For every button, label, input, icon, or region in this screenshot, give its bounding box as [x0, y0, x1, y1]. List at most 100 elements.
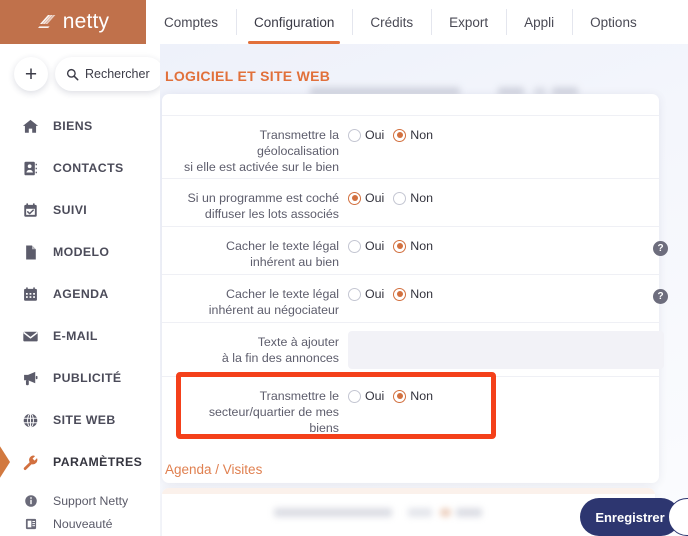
radio-group-texte-legal-bien: Oui Non [348, 238, 433, 254]
radio-option-non[interactable]: Non [393, 287, 433, 301]
sidebar-subitem-label: Nouveauté [53, 516, 113, 531]
row-label: Cacher le texte légal inhérent au négoci… [162, 275, 348, 322]
row-control: Oui Non [348, 377, 659, 440]
row-label-line-2: inhérent au bien [250, 255, 339, 269]
radio-label-oui: Oui [365, 128, 385, 142]
table-row: Texte à ajouter à la fin des annonces [162, 323, 664, 377]
radio-option-oui[interactable]: Oui [348, 389, 384, 403]
sidebar-item-email[interactable]: E-MAIL [0, 315, 160, 357]
radio-label-non: Non [410, 128, 434, 142]
sidebar-item-suivi[interactable]: SUIVI [0, 189, 160, 231]
add-button[interactable]: + [14, 57, 48, 91]
home-icon [22, 118, 39, 135]
netty-logo-mark [37, 12, 57, 32]
ghost-radio-no [456, 508, 482, 517]
radio-button-oui[interactable] [348, 287, 361, 301]
row-label: Transmettre la géolocalisation si elle e… [162, 116, 348, 178]
sidebar-item-biens[interactable]: BIENS [0, 105, 160, 147]
sidebar-item-label: CONTACTS [53, 161, 124, 175]
search-icon [66, 68, 79, 81]
radio-group-texte-legal-negociateur: Oui Non [348, 286, 433, 302]
radio-button-non[interactable] [393, 191, 407, 205]
radio-group-programme-coche: Oui Non [348, 190, 433, 206]
help-icon[interactable]: ? [653, 289, 668, 304]
radio-option-non[interactable]: Non [393, 239, 433, 253]
sidebar-subitem-nouveaute[interactable]: Nouveauté [0, 512, 160, 535]
table-row-clipped: contacts passerelles [162, 94, 659, 116]
radio-option-non[interactable]: Non [393, 128, 433, 142]
row-label-line-1: Transmettre la [259, 128, 339, 142]
row-label-line-2: géolocalisation [257, 144, 339, 158]
ghost-label [274, 508, 392, 517]
radio-button-oui[interactable] [348, 128, 361, 142]
nav-item-appli[interactable]: Appli [506, 0, 572, 44]
sidebar-item-modelo[interactable]: MODELO [0, 231, 160, 273]
radio-button-non[interactable] [393, 239, 407, 253]
row-label-line-1: Cacher le texte légal [226, 287, 339, 301]
sidebar-item-contacts[interactable]: CONTACTS [0, 147, 160, 189]
nav-item-options[interactable]: Options [572, 0, 655, 44]
radio-label-non: Non [410, 287, 434, 301]
row-label: Texte à ajouter à la fin des annonces [162, 323, 348, 376]
radio-button-non[interactable] [393, 128, 407, 142]
row-label-line-1: Si un programme est coché [187, 191, 339, 205]
row-label: Cacher le texte légal inhérent au bien [162, 227, 348, 274]
radio-label-non: Non [410, 191, 434, 205]
book-icon [22, 515, 39, 532]
table-row: Si un programme est coché diffuser les l… [162, 179, 659, 227]
sidebar-item-label: SUIVI [53, 203, 88, 217]
search-placeholder: Rechercher [85, 67, 150, 81]
row-control [348, 323, 664, 376]
help-icon[interactable]: ? [653, 241, 668, 256]
radio-button-oui[interactable] [348, 239, 361, 253]
row-label-line-2: à la fin des annonces [221, 351, 339, 365]
sidebar-item-label: SITE WEB [53, 413, 116, 427]
search-input[interactable]: Rechercher [55, 57, 160, 91]
nav-item-configuration[interactable]: Configuration [236, 0, 352, 44]
radio-label-oui: Oui [365, 389, 385, 403]
radio-option-non[interactable]: Non [393, 191, 433, 205]
row-label-line-3: si elle est activée sur le bien [184, 160, 339, 174]
sidebar-subitem-support-netty[interactable]: Support Netty [0, 489, 160, 512]
radio-option-oui[interactable]: Oui [348, 239, 384, 253]
row-label-line-2: inhérent au négociateur [208, 303, 339, 317]
card-top-accent [162, 488, 655, 494]
row-label-line-2: diffuser les lots associés [204, 207, 339, 221]
row-label-line-1: Cacher le texte légal [226, 239, 339, 253]
radio-button-non[interactable] [393, 287, 407, 301]
radio-option-oui[interactable]: Oui [348, 128, 384, 142]
nav-item-export[interactable]: Export [431, 0, 506, 44]
radio-button-oui[interactable] [348, 191, 361, 205]
row-label-line-3: biens [309, 421, 339, 435]
sidebar-item-agenda[interactable]: AGENDA [0, 273, 160, 315]
radio-button-non[interactable] [393, 389, 407, 403]
radio-option-oui[interactable]: Oui [348, 287, 384, 301]
app-window: netty Comptes Configuration Crédits Expo… [0, 0, 688, 536]
sidebar-item-publicite[interactable]: PUBLICITÉ [0, 357, 160, 399]
table-row: Cacher le texte légal inhérent au négoci… [162, 275, 668, 323]
nav-item-credits[interactable]: Crédits [352, 0, 431, 44]
radio-label-oui: Oui [365, 239, 385, 253]
radio-label-oui: Oui [365, 191, 385, 205]
row-label-line-2: secteur/quartier de mes [208, 405, 339, 419]
row-control: Oui Non [348, 275, 659, 322]
sidebar-item-label: MODELO [53, 245, 110, 259]
radio-option-oui[interactable]: Oui [348, 191, 384, 205]
main-content: LOGICIEL ET SITE WEB contacts passerelle… [160, 44, 688, 536]
radio-label-oui: Oui [365, 287, 385, 301]
sidebar-item-parametres[interactable]: PARAMÈTRES [0, 441, 160, 483]
main-nav: Comptes Configuration Crédits Export App… [146, 0, 688, 44]
calendar-icon [22, 286, 39, 303]
radio-button-oui[interactable] [348, 389, 361, 403]
row-control: Oui Non [348, 227, 659, 274]
nav-item-comptes[interactable]: Comptes [146, 0, 236, 44]
ghost-radio-yes [408, 508, 432, 517]
row-label: Si un programme est coché diffuser les l… [162, 179, 348, 226]
netty-logo[interactable]: netty [0, 0, 146, 44]
netty-logo-text: netty [62, 9, 110, 33]
save-button[interactable]: Enregistrer [580, 498, 680, 536]
radio-option-non[interactable]: Non [393, 389, 433, 403]
sidebar-item-site-web[interactable]: SITE WEB [0, 399, 160, 441]
sidebar-item-label: BIENS [53, 119, 93, 133]
annonce-text-field[interactable] [348, 331, 664, 369]
